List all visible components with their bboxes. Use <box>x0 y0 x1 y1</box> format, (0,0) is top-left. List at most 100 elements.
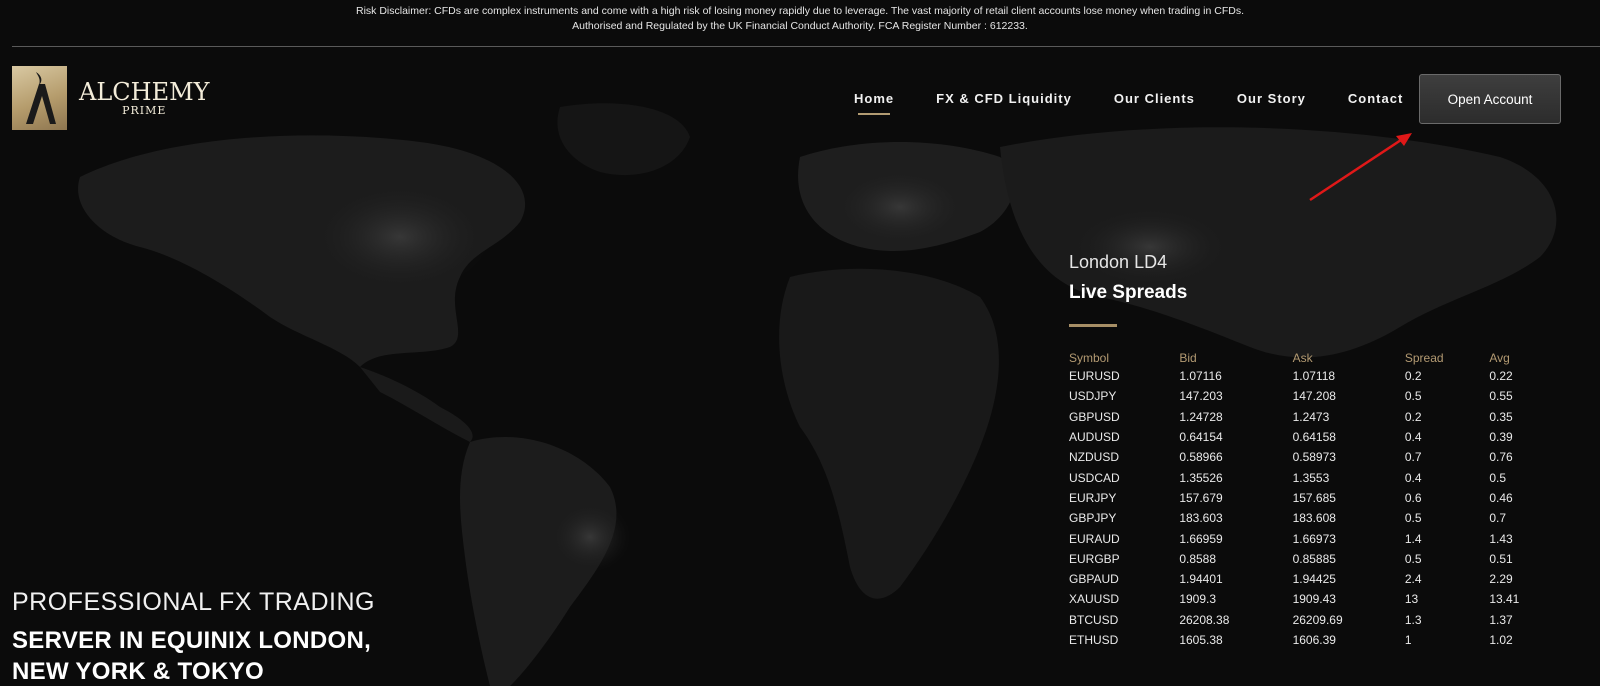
cell-spread: 1.3 <box>1404 612 1422 627</box>
cell-spread: 1 <box>1404 633 1412 647</box>
cell-avg: 1.37 <box>1489 612 1513 627</box>
cell-bid: 1.94401 <box>1179 572 1223 587</box>
cell-avg: 13.41 <box>1489 592 1520 607</box>
cell-ask: 0.64158 <box>1292 430 1336 445</box>
risk-disclaimer: Risk Disclaimer: CFDs are complex instru… <box>0 0 1600 46</box>
nav-fx-cfd-liquidity[interactable]: FX & CFD Liquidity <box>936 91 1072 106</box>
cell-symbol: NZDUSD <box>1069 450 1119 465</box>
cell-avg: 1.02 <box>1489 633 1513 647</box>
cell-spread: 0.7 <box>1404 450 1422 465</box>
logo-name: ALCHEMY <box>79 78 210 106</box>
cell-symbol: EURAUD <box>1069 531 1120 546</box>
cell-avg: 0.76 <box>1489 450 1513 465</box>
cell-spread: 13 <box>1404 592 1419 607</box>
cell-spread: 2.4 <box>1404 572 1422 587</box>
cell-bid: 1909.3 <box>1179 592 1217 607</box>
table-row: XAUUSD 1909.3 1909.43 13 13.41 <box>1069 589 1549 609</box>
cell-avg: 2.29 <box>1489 572 1513 587</box>
table-row: GBPUSD 1.24728 1.2473 0.2 0.35 <box>1069 407 1549 427</box>
cell-ask: 0.58973 <box>1292 450 1336 465</box>
cell-symbol: XAUUSD <box>1069 592 1120 607</box>
live-spreads-table: Symbol Bid Ask Spread Avg EURUSD 1.07116 1… <box>1069 349 1549 650</box>
cell-bid: 1.07116 <box>1179 369 1222 384</box>
cell-avg: 0.39 <box>1489 430 1513 445</box>
cell-ask: 1.3553 <box>1292 470 1330 485</box>
cell-bid: 183.603 <box>1179 511 1223 526</box>
cell-bid: 147.203 <box>1179 389 1223 404</box>
alchemy-prime-logo[interactable]: ALCHEMY PRIME <box>12 66 210 130</box>
cell-ask: 147.208 <box>1292 389 1336 404</box>
cell-spread: 0.5 <box>1404 551 1422 566</box>
open-account-button[interactable]: Open Account <box>1419 74 1561 124</box>
cell-bid: 1.35526 <box>1179 470 1223 485</box>
cell-bid: 0.58966 <box>1179 450 1223 465</box>
col-symbol: Symbol <box>1069 350 1110 365</box>
table-row: NZDUSD 0.58966 0.58973 0.7 0.76 <box>1069 447 1549 467</box>
table-row: USDJPY 147.203 147.208 0.5 0.55 <box>1069 386 1549 406</box>
cell-ask: 1909.43 <box>1292 592 1336 607</box>
cell-symbol: USDJPY <box>1069 389 1117 404</box>
col-spread: Spread <box>1404 350 1444 365</box>
spreads-title-rule <box>1069 324 1117 327</box>
nav-our-clients[interactable]: Our Clients <box>1114 91 1195 106</box>
hero-line-3: NEW YORK & TOKYO <box>12 658 264 685</box>
cell-avg: 0.46 <box>1489 490 1513 505</box>
cell-ask: 1.07118 <box>1292 369 1336 384</box>
cell-symbol: BTCUSD <box>1069 612 1119 627</box>
cell-symbol: GBPAUD <box>1069 572 1119 587</box>
cell-spread: 0.5 <box>1404 511 1422 526</box>
cell-bid: 1605.38 <box>1179 633 1223 647</box>
cell-ask: 157.685 <box>1292 490 1336 505</box>
cell-spread: 0.4 <box>1404 470 1422 485</box>
cell-symbol: GBPUSD <box>1069 409 1120 424</box>
col-ask: Ask <box>1292 350 1313 365</box>
disclaimer-line-1: Risk Disclaimer: CFDs are complex instru… <box>355 5 1244 17</box>
table-row: GBPAUD 1.94401 1.94425 2.4 2.29 <box>1069 569 1549 589</box>
table-row: EURJPY 157.679 157.685 0.6 0.46 <box>1069 488 1549 508</box>
cell-symbol: EURJPY <box>1069 490 1117 505</box>
cell-avg: 0.7 <box>1489 511 1507 526</box>
nav-contact[interactable]: Contact <box>1348 91 1403 106</box>
spreads-title: Live Spreads <box>1069 282 1188 303</box>
hero-line-2: SERVER IN EQUINIX LONDON, <box>12 627 372 654</box>
live-spreads-panel: London LD4 Live Spreads Symbol Bid Ask S… <box>1069 252 1549 650</box>
col-avg: Avg <box>1489 350 1510 365</box>
table-row: AUDUSD 0.64154 0.64158 0.4 0.39 <box>1069 427 1549 447</box>
cell-ask: 183.608 <box>1292 511 1336 526</box>
cell-symbol: GBPJPY <box>1069 511 1117 526</box>
cell-avg: 0.22 <box>1489 369 1513 384</box>
cell-avg: 0.51 <box>1489 551 1513 566</box>
cell-spread: 0.6 <box>1404 490 1422 505</box>
cell-spread: 1.4 <box>1404 531 1422 546</box>
table-row: USDCAD 1.35526 1.3553 0.4 0.5 <box>1069 467 1549 487</box>
table-row: EURUSD 1.07116 1.07118 0.2 0.22 <box>1069 366 1549 386</box>
cell-symbol: EURGBP <box>1069 551 1120 566</box>
table-row: GBPJPY 183.603 183.608 0.5 0.7 <box>1069 508 1549 528</box>
cell-avg: 0.5 <box>1489 470 1507 485</box>
cell-bid: 1.66959 <box>1179 531 1223 546</box>
cell-symbol: AUDUSD <box>1069 430 1120 445</box>
nav-home[interactable]: Home <box>854 91 894 115</box>
cell-spread: 0.4 <box>1404 430 1422 445</box>
cell-bid: 0.64154 <box>1179 430 1223 445</box>
alchemy-logo-mark-icon <box>12 66 67 130</box>
cell-avg: 0.55 <box>1489 389 1513 404</box>
cell-avg: 0.35 <box>1489 409 1513 424</box>
main-nav: Home FX & CFD Liquidity Our Clients Our … <box>854 91 1445 115</box>
table-row: ETHUSD 1605.38 1606.39 1 1.02 <box>1069 630 1549 650</box>
cell-spread: 0.2 <box>1404 409 1422 424</box>
cell-ask: 1.2473 <box>1292 409 1330 424</box>
cell-bid: 26208.38 <box>1179 612 1230 627</box>
red-arrow-icon <box>1309 133 1412 202</box>
nav-our-story[interactable]: Our Story <box>1237 91 1306 106</box>
cell-symbol: USDCAD <box>1069 470 1120 485</box>
disclaimer-line-2: Authorised and Regulated by the UK Finan… <box>572 20 1028 32</box>
cell-symbol: EURUSD <box>1069 369 1120 384</box>
cell-bid: 0.8588 <box>1179 551 1217 566</box>
cell-avg: 1.43 <box>1489 531 1513 546</box>
cell-ask: 1.66973 <box>1292 531 1336 546</box>
cell-bid: 1.24728 <box>1179 409 1223 424</box>
hero-line-1: PROFESSIONAL FX TRADING <box>12 588 375 616</box>
table-row: EURAUD 1.66959 1.66973 1.4 1.43 <box>1069 528 1549 548</box>
spreads-location: London LD4 <box>1069 252 1168 272</box>
